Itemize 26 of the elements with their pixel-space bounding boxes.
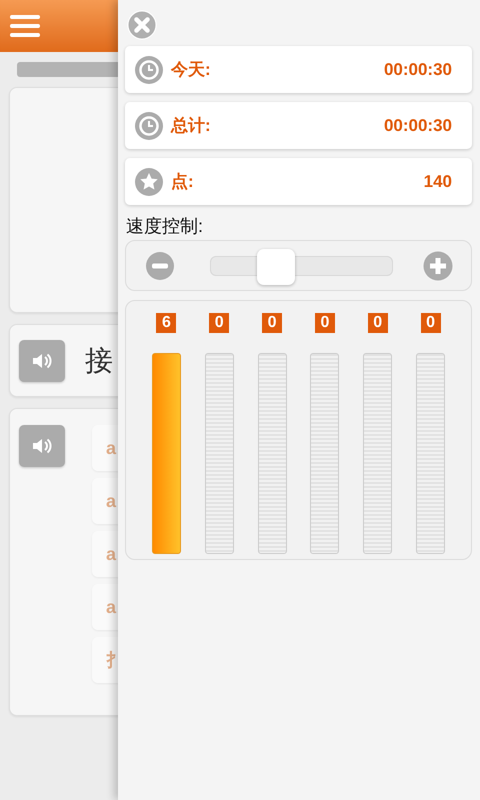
clock-icon: [135, 56, 163, 84]
plus-icon[interactable]: [423, 250, 453, 280]
stat-value: 00:00:30: [384, 114, 452, 137]
count-label: 0: [368, 313, 388, 333]
clock-icon: [135, 112, 163, 140]
word-text: 接: [85, 342, 113, 378]
stat-label: 今天:: [171, 58, 211, 81]
stat-value: 00:00:30: [384, 58, 452, 81]
speed-label: 速度控制:: [126, 215, 204, 238]
speaker-button[interactable]: [19, 425, 65, 467]
speaker-icon: [32, 437, 52, 455]
count-label: 0: [209, 313, 230, 333]
stat-value: 140: [424, 170, 452, 193]
count-label: 0: [262, 313, 282, 333]
count-label: 0: [314, 313, 335, 333]
stat-label: 点:: [171, 170, 194, 193]
speaker-button[interactable]: [19, 340, 65, 382]
close-icon[interactable]: [127, 10, 157, 40]
count-label: 6: [156, 313, 176, 333]
count-label: 0: [420, 313, 441, 333]
speaker-icon: [32, 352, 52, 370]
speed-slider[interactable]: [210, 248, 393, 284]
menu-icon[interactable]: [10, 15, 40, 37]
slider-thumb[interactable]: [257, 248, 296, 284]
stat-label: 总计:: [171, 114, 211, 137]
minus-icon[interactable]: [146, 252, 174, 280]
